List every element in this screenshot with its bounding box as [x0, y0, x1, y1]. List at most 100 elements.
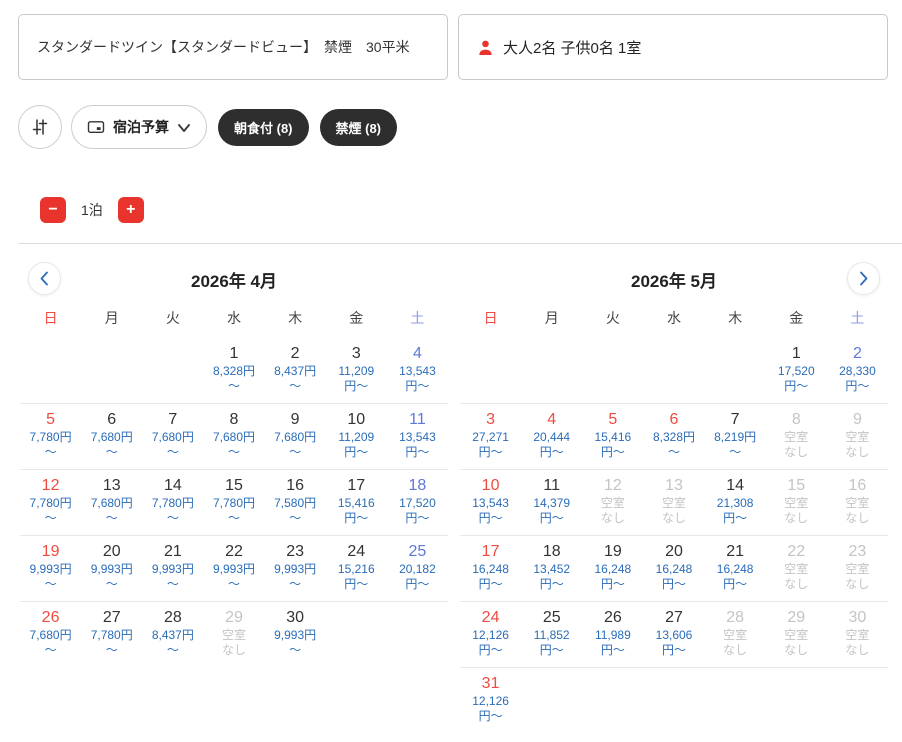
day-number: 13 [102, 477, 121, 494]
guest-select[interactable]: 大人2名 子供0名 1室 [458, 14, 888, 80]
day-price: 7,680円 [90, 430, 133, 444]
day-price-suffix: 〜 [105, 577, 118, 591]
day-price-suffix: 〜 [44, 643, 57, 657]
calendar-day-cell[interactable]: 5 15,416 円〜 [582, 410, 643, 460]
day-price: 12,126 [472, 694, 509, 708]
week-row: 1 8,328円〜 2 8,437円〜 3 11,209 円〜 4 13,543 円〜 [20, 338, 448, 404]
week-row: 10 13,543 円〜 11 14,379 円〜 12 空室 なし 13 空室 なし 14 21,308… [460, 470, 888, 536]
calendar-day-cell[interactable]: 10 13,543 円〜 [460, 476, 521, 526]
calendar-day-cell[interactable]: 26 7,680円〜 [20, 608, 81, 658]
day-number: 14 [726, 477, 745, 494]
day-number: 22 [787, 543, 806, 560]
week-row: 3 27,271 円〜 4 20,444 円〜 5 15,416 円〜 6 8,328円〜 7 8,21… [460, 404, 888, 470]
day-price-suffix: 〜 [227, 379, 240, 393]
calendar-day-cell[interactable]: 18 13,452 円〜 [521, 542, 582, 592]
day-price: 27,271 [472, 430, 509, 444]
day-price-suffix: 円〜 [539, 577, 564, 591]
calendar-day-cell[interactable]: 2 28,330 円〜 [827, 344, 888, 394]
calendar-day-cell[interactable]: 6 7,680円〜 [81, 410, 142, 460]
day-price: 9,993円 [90, 562, 133, 576]
calendar-day-cell[interactable]: 14 7,780円〜 [142, 476, 203, 526]
calendar-day-cell[interactable]: 17 15,416 円〜 [326, 476, 387, 526]
calendar-day-cell[interactable]: 7 8,219円〜 [705, 410, 766, 460]
calendar-day-cell[interactable]: 21 9,993円〜 [142, 542, 203, 592]
breakfast-filter-chip[interactable]: 朝食付 (8) [218, 108, 309, 146]
chevron-left-icon [39, 270, 50, 287]
calendar-day-cell[interactable]: 24 15,216 円〜 [326, 542, 387, 592]
calendar-day-cell[interactable]: 23 9,993円〜 [265, 542, 326, 592]
filter-settings-button[interactable] [18, 105, 62, 149]
calendar-day-cell[interactable]: 9 7,680円〜 [265, 410, 326, 460]
calendar-day-cell[interactable]: 20 16,248 円〜 [643, 542, 704, 592]
increase-nights-button[interactable]: + [117, 197, 144, 223]
calendar-day-cell[interactable]: 1 8,328円〜 [203, 344, 264, 394]
calendar-day-cell[interactable]: 2 8,437円〜 [265, 344, 326, 394]
day-number: 12 [41, 477, 60, 494]
calendar-day-cell[interactable]: 31 12,126 円〜 [460, 674, 521, 724]
no-vacancy-label: なし [845, 577, 870, 591]
calendar-day-cell[interactable]: 26 11,989 円〜 [582, 608, 643, 658]
day-number: 7 [730, 411, 740, 428]
day-price: 15,416 [594, 430, 632, 444]
calendar-day-cell[interactable]: 15 7,780円〜 [203, 476, 264, 526]
weekday-label: 水 [666, 310, 681, 326]
day-price-suffix: 円〜 [478, 511, 503, 525]
chevron-down-icon [177, 122, 191, 133]
calendar-day-cell[interactable]: 22 9,993円〜 [203, 542, 264, 592]
month-header: 2026年 5月 [460, 257, 888, 301]
calendar-day-cell[interactable]: 17 16,248 円〜 [460, 542, 521, 592]
calendar-day-cell[interactable]: 4 20,444 円〜 [521, 410, 582, 460]
calendar-day-cell[interactable]: 25 11,852 円〜 [521, 608, 582, 658]
day-number: 30 [286, 609, 305, 626]
banknote-icon [87, 118, 105, 136]
calendar-day-cell[interactable]: 8 7,680円〜 [203, 410, 264, 460]
next-month-button[interactable] [847, 262, 880, 295]
calendar-day-cell[interactable]: 13 7,680円〜 [81, 476, 142, 526]
calendar-day-cell[interactable]: 21 16,248 円〜 [705, 542, 766, 592]
weekday-label: 土 [410, 310, 425, 326]
calendar-day-cell[interactable]: 1 17,520 円〜 [766, 344, 827, 394]
budget-filter-button[interactable]: 宿泊予算 [71, 105, 207, 149]
calendar-day-cell: 8 空室 なし [766, 410, 827, 460]
room-type-select[interactable]: スタンダードツイン【スタンダードビュー】 禁煙 30平米 [18, 14, 448, 80]
calendar-day-cell[interactable]: 24 12,126 円〜 [460, 608, 521, 658]
calendar-day-cell[interactable]: 19 9,993円〜 [20, 542, 81, 592]
decrease-nights-button[interactable]: − [40, 197, 66, 223]
day-price-suffix: 〜 [289, 511, 302, 525]
nonsmoking-filter-chip[interactable]: 禁煙 (8) [319, 108, 398, 146]
calendar-day-cell[interactable]: 3 11,209 円〜 [326, 344, 387, 394]
calendar-day-cell[interactable]: 12 7,780円〜 [20, 476, 81, 526]
calendar-day-cell: 13 空室 なし [643, 476, 704, 526]
day-price: 7,680円 [274, 430, 317, 444]
calendar-day-cell[interactable]: 30 9,993円〜 [265, 608, 326, 658]
guest-label: 大人2名 子供0名 1室 [503, 39, 642, 57]
calendar-day-cell[interactable]: 28 8,437円〜 [142, 608, 203, 658]
calendar-day-cell[interactable]: 7 7,680円〜 [142, 410, 203, 460]
calendar-day-cell[interactable]: 27 7,780円〜 [81, 608, 142, 658]
calendar-day-cell[interactable]: 6 8,328円〜 [643, 410, 704, 460]
calendar-day-cell[interactable]: 5 7,780円〜 [20, 410, 81, 460]
day-price-suffix: 〜 [166, 445, 179, 459]
calendar-day-cell[interactable]: 20 9,993円〜 [81, 542, 142, 592]
calendar-day-cell[interactable]: 10 11,209 円〜 [326, 410, 387, 460]
day-price: 7,680円 [29, 628, 72, 642]
calendar-day-cell[interactable]: 18 17,520 円〜 [387, 476, 448, 526]
weekday-label: 月 [544, 310, 559, 326]
day-number: 1 [229, 345, 239, 362]
calendar-day-cell[interactable]: 19 16,248 円〜 [582, 542, 643, 592]
calendar-day-cell[interactable]: 3 27,271 円〜 [460, 410, 521, 460]
calendar-day-cell[interactable]: 11 14,379 円〜 [521, 476, 582, 526]
calendar-day-cell[interactable]: 25 20,182 円〜 [387, 542, 448, 592]
day-number: 19 [41, 543, 60, 560]
calendar-day-cell[interactable]: 16 7,580円〜 [265, 476, 326, 526]
prev-month-button[interactable] [28, 262, 61, 295]
filter-row: 宿泊予算 朝食付 (8) 禁煙 (8) [18, 105, 902, 149]
day-price: 17,520 [777, 364, 815, 378]
empty-cell [705, 674, 766, 724]
day-number: 20 [665, 543, 683, 560]
week-row: 31 12,126 円〜 [460, 668, 888, 733]
calendar-day-cell[interactable]: 27 13,606 円〜 [643, 608, 704, 658]
calendar-day-cell[interactable]: 11 13,543 円〜 [387, 410, 448, 460]
calendar-day-cell[interactable]: 4 13,543 円〜 [387, 344, 448, 394]
calendar-day-cell[interactable]: 14 21,308 円〜 [705, 476, 766, 526]
